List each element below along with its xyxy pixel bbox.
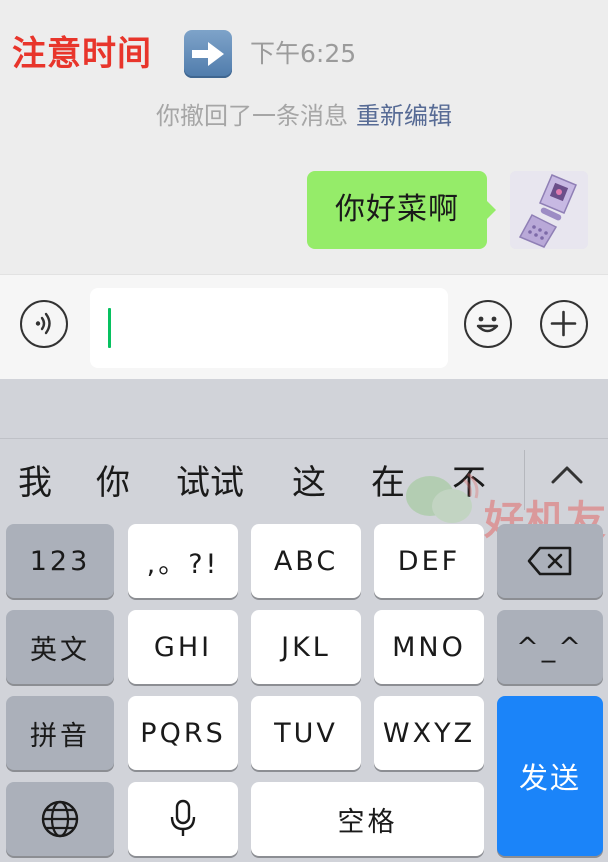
recall-notice: 你撤回了一条消息 重新编辑 bbox=[0, 96, 608, 136]
flip-phone-image bbox=[510, 171, 588, 249]
pqrs-key[interactable]: PQRS bbox=[128, 696, 238, 770]
candidate-word[interactable]: 我 bbox=[18, 458, 52, 508]
numbers-key[interactable]: 123 bbox=[6, 524, 114, 598]
candidate-word[interactable]: 你 bbox=[96, 458, 130, 508]
space-key[interactable]: 空格 bbox=[251, 782, 484, 856]
microphone-key[interactable] bbox=[128, 782, 238, 856]
text-caret bbox=[108, 308, 111, 348]
smiley-icon bbox=[476, 316, 499, 333]
pinyin-key[interactable]: 拼音 bbox=[6, 696, 114, 770]
candidate-word[interactable]: 试试 bbox=[176, 458, 244, 508]
tuv-key[interactable]: TUV bbox=[251, 696, 361, 770]
globe-icon bbox=[41, 800, 79, 838]
plus-icon bbox=[550, 310, 577, 337]
english-key[interactable]: 英文 bbox=[6, 610, 114, 684]
message-input[interactable] bbox=[90, 288, 448, 368]
voice-button[interactable] bbox=[20, 300, 68, 348]
chat-bubble-icon bbox=[406, 472, 479, 523]
mno-key[interactable]: MNO bbox=[374, 610, 484, 684]
candidate-divider bbox=[0, 438, 608, 439]
emoji-button[interactable] bbox=[464, 300, 512, 348]
globe-key[interactable] bbox=[6, 782, 114, 856]
message-bubble-tail bbox=[486, 200, 496, 220]
backspace-icon bbox=[527, 546, 572, 576]
jkl-key[interactable]: JKL bbox=[251, 610, 361, 684]
delete-key[interactable] bbox=[497, 524, 603, 598]
re-edit-link[interactable]: 重新编辑 bbox=[356, 102, 452, 130]
kaomoji-key[interactable]: ^_^ bbox=[497, 610, 603, 684]
message-text: 你好菜啊 bbox=[335, 192, 459, 227]
more-button[interactable] bbox=[540, 300, 588, 348]
send-button[interactable]: 发送 bbox=[497, 696, 603, 856]
punctuation-key[interactable]: ,。?! bbox=[128, 524, 238, 598]
candidate-word[interactable]: 在 bbox=[371, 458, 405, 508]
candidate-word[interactable]: 这 bbox=[292, 458, 326, 508]
chevron-up-icon bbox=[551, 466, 583, 484]
message-time: 下午6:25 bbox=[250, 39, 357, 68]
recall-text: 你撤回了一条消息 bbox=[156, 102, 348, 130]
avatar[interactable] bbox=[510, 171, 588, 249]
microphone-icon bbox=[170, 799, 196, 836]
right-arrow-emoji-icon bbox=[184, 30, 232, 78]
wxyz-key[interactable]: WXYZ bbox=[374, 696, 484, 770]
header-title: 注意时间 bbox=[12, 34, 152, 74]
def-key[interactable]: DEF bbox=[374, 524, 484, 598]
ghi-key[interactable]: GHI bbox=[128, 610, 238, 684]
abc-key[interactable]: ABC bbox=[251, 524, 361, 598]
voice-icon bbox=[35, 312, 51, 335]
